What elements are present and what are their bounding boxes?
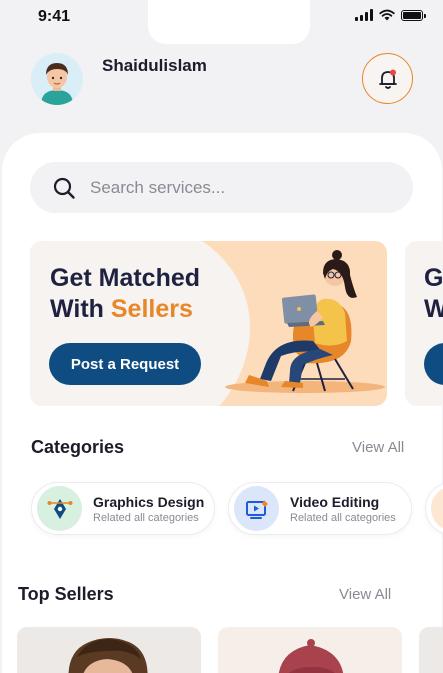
video-edit-icon [234, 486, 279, 531]
seller-photo [278, 639, 344, 673]
avatar[interactable] [31, 53, 83, 105]
wifi-icon [379, 9, 395, 21]
signal-icon [355, 9, 373, 21]
seller-card-partial[interactable] [419, 627, 443, 673]
category-icon [431, 486, 443, 531]
search-input[interactable] [90, 177, 390, 198]
banner-next-title: G W [424, 264, 443, 323]
promo-banner-next[interactable]: G W [405, 241, 443, 406]
category-name: Graphics Design [93, 493, 205, 510]
user-avatar-icon [41, 63, 73, 105]
battery-icon [401, 9, 426, 21]
notifications-button[interactable] [362, 53, 413, 104]
bell-icon [378, 69, 397, 89]
post-request-button[interactable]: Post a Request [49, 343, 201, 385]
freelancer-illustration [225, 250, 385, 393]
categories-title: Categories [31, 437, 125, 457]
category-subtitle: Related all categories [93, 511, 199, 524]
top-sellers-title: Top Sellers [18, 584, 114, 604]
pen-tool-icon [37, 486, 82, 531]
category-text: Video Editing Related all categories [290, 494, 396, 524]
seller-photo [68, 638, 148, 673]
category-text: Graphics Design Related all categories [93, 494, 204, 524]
seller-card[interactable] [218, 627, 402, 673]
promo-banner[interactable]: Get Matched With Sellers Post a Request [30, 241, 387, 406]
status-icons [355, 9, 426, 21]
search-icon [53, 177, 75, 199]
seller-card[interactable] [17, 627, 201, 673]
search-bar[interactable] [30, 162, 413, 213]
categories-view-all-link[interactable]: View All [352, 439, 404, 456]
category-subtitle: Related all categories [290, 511, 396, 524]
status-time: 9:41 [38, 8, 71, 25]
banner-next-button[interactable] [424, 343, 443, 385]
category-chip-graphics-design[interactable]: Graphics Design Related all categories [31, 482, 215, 535]
category-name: Video Editing [290, 493, 380, 510]
app-screen: 9:41 Shaidulislam Search services... Get… [0, 0, 443, 673]
device-notch [148, 0, 310, 44]
category-chip-video-editing[interactable]: Video Editing Related all categories [228, 482, 412, 535]
user-name: Shaidulislam [102, 56, 207, 75]
top-sellers-view-all-link[interactable]: View All [339, 586, 391, 603]
